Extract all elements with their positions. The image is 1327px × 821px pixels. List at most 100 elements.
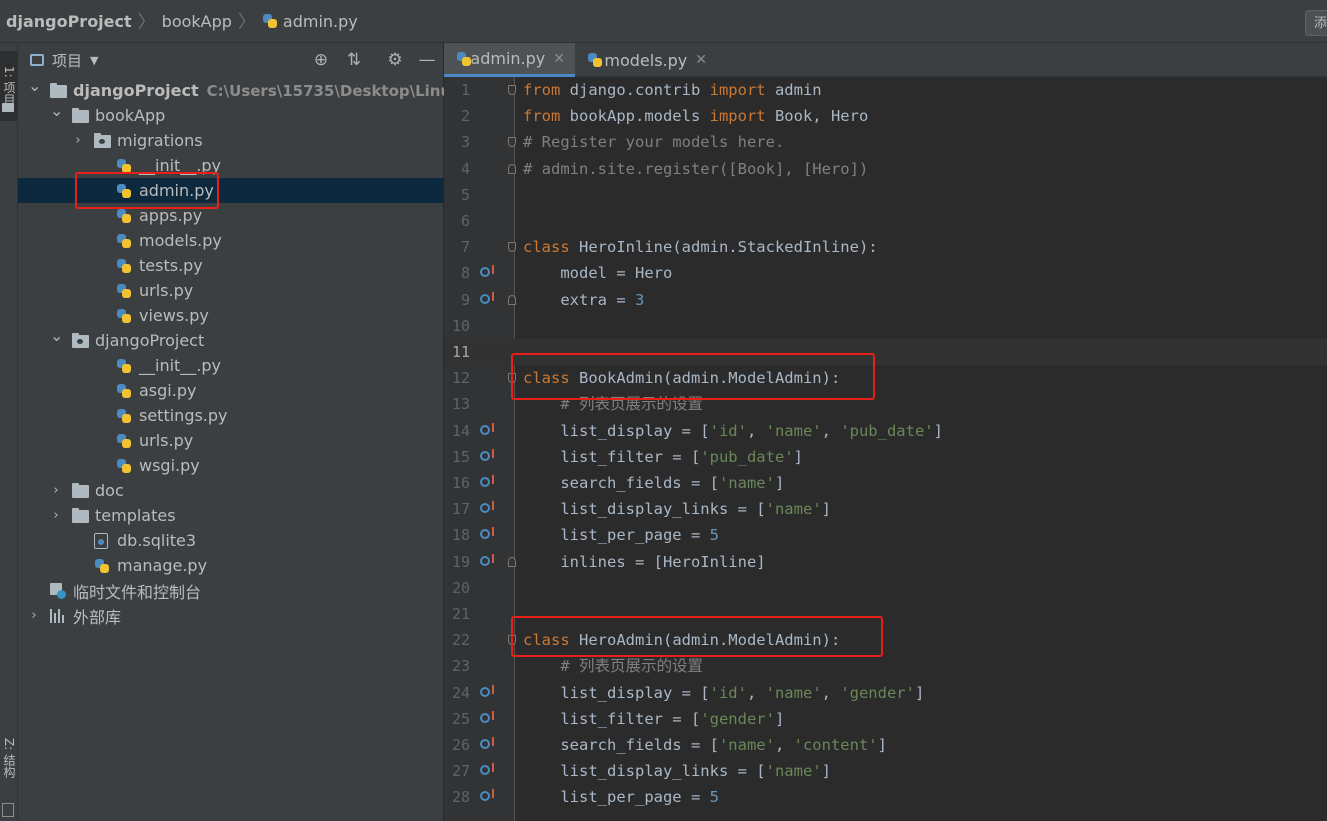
tree-item[interactable]: ⌄ djangoProject [18,328,444,353]
override-marker-icon[interactable] [480,553,494,566]
override-marker-icon[interactable] [480,475,494,487]
chevron-right-icon[interactable]: › [28,608,40,623]
chevron-down-icon[interactable]: ⌄ [50,328,63,345]
tree-item[interactable]: wsgi.py [18,453,444,478]
chevron-down-icon[interactable]: ⌄ [28,78,41,95]
fold-marker-icon[interactable] [508,137,516,148]
override-marker-icon[interactable] [480,684,494,697]
override-marker-icon[interactable] [480,291,494,304]
code-line[interactable]: 17 list_display_links = ['name'] [444,496,1327,522]
code-line[interactable]: 10 [444,313,1327,339]
code-line[interactable]: 5 [444,182,1327,208]
tree-item[interactable]: db.sqlite3 [18,528,444,553]
tree-item[interactable]: › templates [18,503,444,528]
fold-marker-icon[interactable] [508,163,516,174]
tree-item-label: asgi.py [139,381,197,400]
tree-item[interactable]: settings.py [18,403,444,428]
tree-item[interactable]: 临时文件和控制台 [18,578,444,603]
code-line[interactable]: 2 from bookApp.models import Book, Hero [444,103,1327,129]
tree-item[interactable]: manage.py [18,553,444,578]
code-text: list_filter = ['pub_date'] [523,447,803,466]
fold-marker-icon[interactable] [508,85,516,95]
fold-marker-icon[interactable] [508,635,516,646]
code-line[interactable]: 9 extra = 3 [444,287,1327,313]
tree-item[interactable]: urls.py [18,278,444,303]
tree-item[interactable]: ⌄ djangoProject C:\Users\15735\Desktop\Lin… [18,78,444,103]
folder-icon [2,103,14,112]
tree-item[interactable]: admin.py [18,178,444,203]
code-line[interactable]: 15 list_filter = ['pub_date'] [444,444,1327,470]
collapse-all-icon[interactable]: ⇅ [343,50,365,70]
chevron-right-icon[interactable]: › [50,483,62,498]
project-panel-title[interactable]: 项目 [52,50,82,71]
code-line[interactable]: 19 inlines = [HeroInline] [444,549,1327,575]
gear-icon[interactable]: ⚙ [384,50,406,70]
close-icon[interactable]: ✕ [553,51,565,67]
code-line[interactable]: 16 search_fields = ['name'] [444,470,1327,496]
code-line[interactable]: 6 [444,208,1327,234]
line-number: 25 [451,709,470,728]
code-line[interactable]: 13 # 列表页展示的设置 [444,391,1327,417]
code-line[interactable]: 3 # Register your models here. [444,129,1327,155]
hide-panel-icon[interactable]: — [416,50,438,70]
override-marker-icon[interactable] [480,265,494,278]
add-configuration-button[interactable]: 添 [1305,10,1327,36]
override-marker-icon[interactable] [480,763,494,776]
breadcrumb-file[interactable]: admin.py [262,0,358,43]
code-line[interactable]: 28 list_per_page = 5 [444,784,1327,810]
code-line[interactable]: 8 model = Hero [444,260,1327,286]
tree-item[interactable]: asgi.py [18,378,444,403]
code-line[interactable]: 20 [444,575,1327,601]
tree-item[interactable]: apps.py [18,203,444,228]
chevron-down-icon[interactable]: ▼ [90,54,98,67]
tree-item[interactable]: › 外部库 [18,603,444,628]
fold-marker-icon[interactable] [508,556,516,567]
code-line[interactable]: 23 # 列表页展示的设置 [444,653,1327,679]
tab-admin-py[interactable]: admin.py ✕ [444,43,575,77]
locate-file-icon[interactable]: ⊕ [310,50,332,70]
tree-item[interactable]: › migrations [18,128,444,153]
breadcrumb-project[interactable]: djangoProject [0,0,132,43]
breadcrumb-bookapp[interactable]: bookApp [162,0,232,43]
override-marker-icon[interactable] [480,448,494,461]
code-line[interactable]: 7 class HeroInline(admin.StackedInline): [444,234,1327,260]
fold-marker-icon[interactable] [508,294,516,305]
override-marker-icon[interactable] [480,737,494,749]
line-number: 23 [451,657,470,676]
code-line[interactable]: 21 [444,601,1327,627]
code-line[interactable]: 24 list_display = ['id', 'name', 'gender… [444,680,1327,706]
chevron-right-icon[interactable]: › [72,133,84,148]
override-marker-icon[interactable] [480,789,494,802]
override-marker-icon[interactable] [480,527,494,540]
tree-item[interactable]: models.py [18,228,444,253]
structure-tool-tab[interactable]: Z: 结构 [0,723,18,793]
override-marker-icon[interactable] [480,501,494,514]
tree-item[interactable]: views.py [18,303,444,328]
code-line[interactable]: 25 list_filter = ['gender'] [444,706,1327,732]
tree-item[interactable]: ⌄ bookApp [18,103,444,128]
close-icon[interactable]: ✕ [695,52,707,68]
code-line[interactable]: 12 class BookAdmin(admin.ModelAdmin): [444,365,1327,391]
code-line[interactable]: 11 [444,339,1327,365]
code-line[interactable]: 14 list_display = ['id', 'name', 'pub_da… [444,418,1327,444]
code-line[interactable]: 18 list_per_page = 5 [444,522,1327,548]
tree-item[interactable]: › doc [18,478,444,503]
chevron-down-icon[interactable]: ⌄ [50,103,63,120]
tree-item[interactable]: __init__.py [18,353,444,378]
tab-models-py[interactable]: models.py ✕ [575,43,717,77]
code-text: list_display = ['id', 'name', 'pub_date'… [523,421,943,440]
fold-marker-icon[interactable] [508,373,516,384]
code-line[interactable]: 1 from django.contrib import admin [444,77,1327,103]
favorites-icon[interactable] [2,803,14,817]
code-line[interactable]: 22 class HeroAdmin(admin.ModelAdmin): [444,627,1327,653]
tree-item[interactable]: __init__.py [18,153,444,178]
override-marker-icon[interactable] [480,422,494,435]
tree-item[interactable]: urls.py [18,428,444,453]
code-line[interactable]: 4 # admin.site.register([Book], [Hero]) [444,156,1327,182]
code-line[interactable]: 26 search_fields = ['name', 'content'] [444,732,1327,758]
override-marker-icon[interactable] [480,710,494,723]
fold-marker-icon[interactable] [508,242,516,253]
code-line[interactable]: 27 list_display_links = ['name'] [444,758,1327,784]
chevron-right-icon[interactable]: › [50,508,62,523]
tree-item[interactable]: tests.py [18,253,444,278]
